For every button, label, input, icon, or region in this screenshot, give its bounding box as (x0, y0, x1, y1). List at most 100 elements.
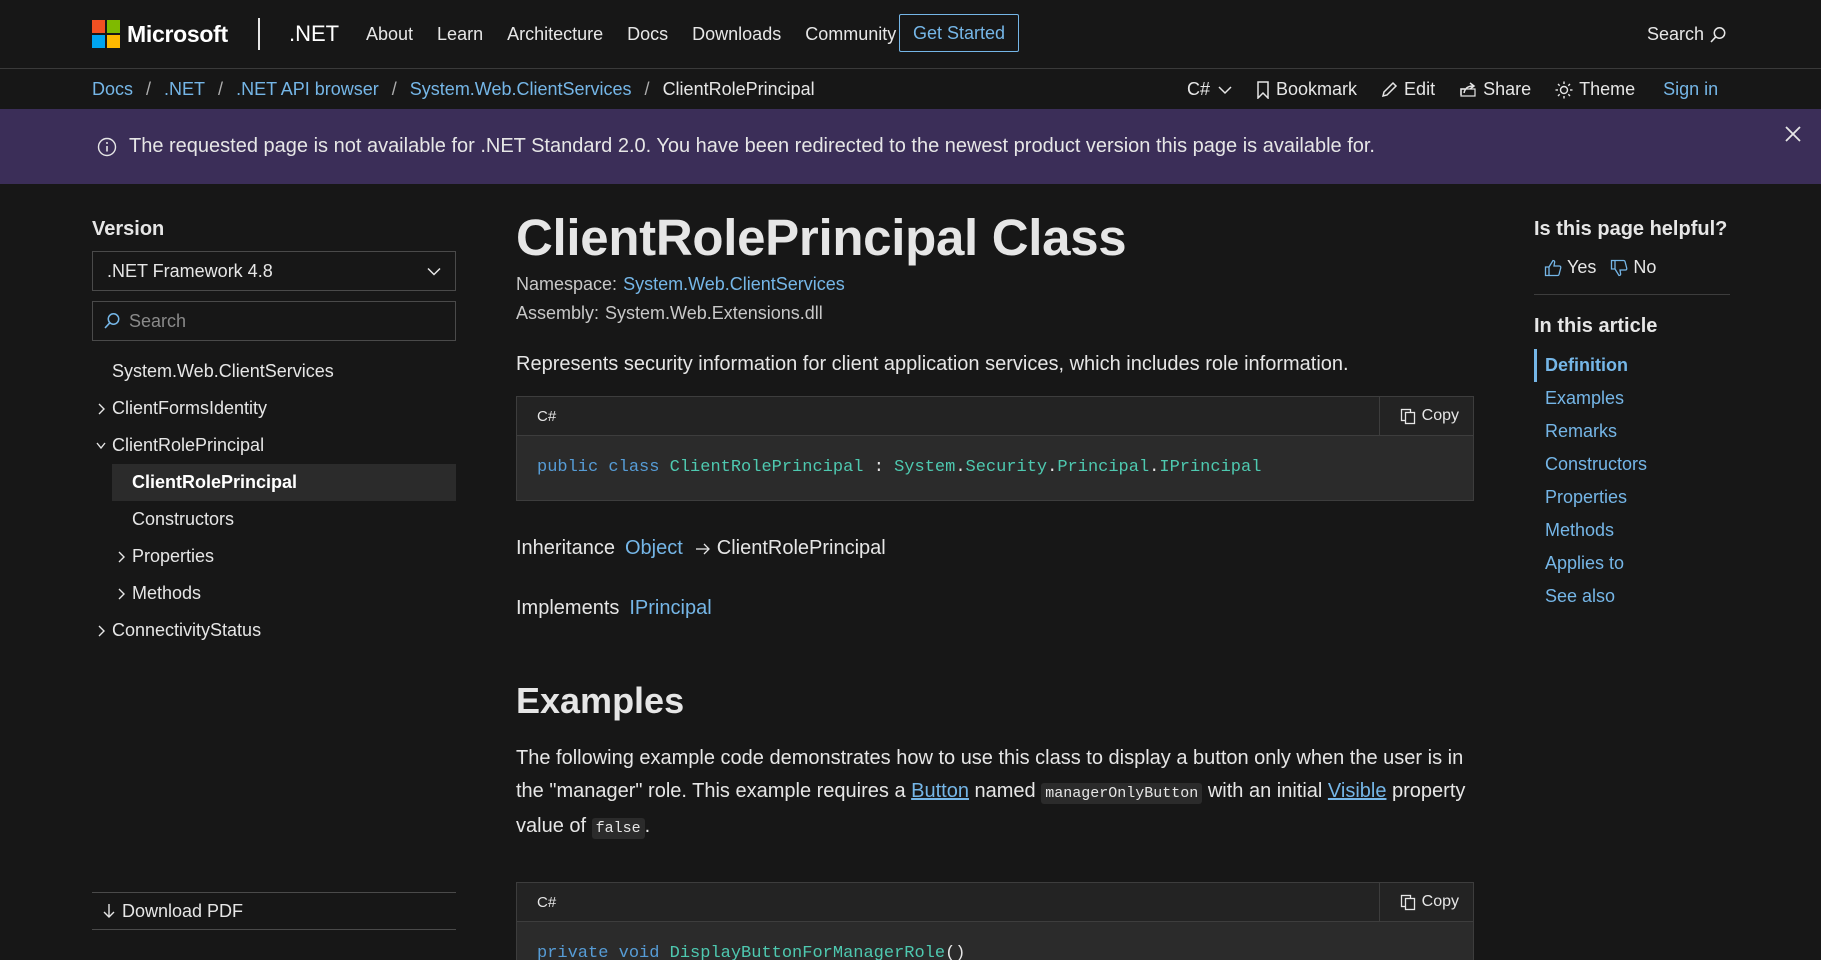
toc-search-input[interactable]: Search (92, 301, 456, 341)
download-pdf-label: Download PDF (122, 900, 244, 921)
share-button[interactable]: Share (1459, 79, 1531, 100)
header-divider (258, 18, 260, 50)
header-search-button[interactable]: Search (1647, 24, 1727, 45)
arrow-down-icon (103, 904, 115, 918)
code-type: ClientRolePrincipal (669, 458, 864, 477)
sign-in-label: Sign in (1663, 79, 1719, 99)
code-language: C# (537, 408, 557, 425)
toc-item-label: ClientRolePrincipal (112, 435, 265, 455)
toc-item[interactable]: Properties (92, 538, 456, 575)
arrow-right-icon (695, 542, 711, 556)
toc-item[interactable]: ClientRolePrincipal (92, 427, 456, 464)
sign-in-link[interactable]: Sign in (1663, 79, 1718, 100)
toc-item[interactable]: ClientRolePrincipal (112, 464, 456, 501)
article-toc-item-methods[interactable]: Methods (1534, 514, 1730, 547)
article-toc-item-properties[interactable]: Properties (1534, 481, 1730, 514)
toc-search-placeholder: Search (129, 310, 187, 331)
close-icon[interactable] (1785, 126, 1801, 142)
nav-item-community[interactable]: Community (805, 24, 896, 45)
theme-button[interactable]: Theme (1555, 79, 1635, 100)
namespace-link[interactable]: System.Web.ClientServices (623, 274, 845, 294)
breadcrumb-namespace[interactable]: System.Web.ClientServices (410, 79, 632, 100)
examples-description: The following example code demonstrates … (516, 742, 1474, 845)
chevron-down-icon[interactable] (96, 440, 106, 452)
toc-item-label: System.Web.ClientServices (112, 361, 334, 381)
chevron-right-icon[interactable] (116, 588, 126, 600)
chevron-down-icon (427, 267, 441, 276)
language-picker[interactable]: C# (1187, 79, 1232, 100)
nav-item-learn[interactable]: Learn (437, 24, 483, 45)
copy-button[interactable]: Copy (1378, 397, 1473, 435)
inheritance-label: Inheritance (516, 537, 615, 559)
breadcrumb-dotnet[interactable]: .NET (164, 79, 205, 100)
button-doc-link[interactable]: Button (911, 780, 969, 802)
download-pdf-button[interactable]: Download PDF (92, 892, 456, 930)
search-icon (1710, 26, 1726, 43)
breadcrumb: Docs / .NET / .NET API browser / System.… (92, 79, 815, 100)
code-type: Security (965, 458, 1048, 477)
toc-item[interactable]: ClientFormsIdentity (92, 390, 456, 427)
version-select[interactable]: .NET Framework 4.8 (92, 251, 456, 291)
nav-item-docs[interactable]: Docs (627, 24, 668, 45)
toc-item[interactable]: Methods (92, 575, 456, 612)
helpful-title: Is this page helpful? (1534, 218, 1728, 240)
example-code-block: C# Copy private void DisplayButtonForMan… (516, 882, 1474, 960)
feedback-buttons: Yes No (1534, 257, 1730, 278)
toc-item[interactable]: Constructors (92, 501, 456, 538)
article-toc-item-remarks[interactable]: Remarks (1534, 415, 1730, 448)
inheritance-self: ClientRolePrincipal (716, 537, 886, 559)
edit-label: Edit (1404, 79, 1436, 99)
chevron-right-icon[interactable] (116, 551, 126, 563)
copy-button[interactable]: Copy (1378, 883, 1473, 921)
search-icon (104, 313, 120, 329)
toc-item-label: Constructors (132, 509, 235, 529)
breadcrumb-api-browser[interactable]: .NET API browser (236, 79, 379, 100)
code-keyword: class (608, 458, 660, 477)
copy-label: Copy (1421, 407, 1459, 424)
article-toc-item-applies-to[interactable]: Applies to (1534, 547, 1730, 580)
chevron-right-icon[interactable] (96, 625, 106, 637)
nav-item-about[interactable]: About (366, 24, 413, 45)
get-started-button[interactable]: Get Started (899, 14, 1020, 52)
copy-label: Copy (1421, 893, 1459, 910)
inheritance-base-link[interactable]: Object (625, 537, 683, 560)
nav-item-architecture[interactable]: Architecture (507, 24, 603, 45)
chevron-down-icon (1218, 85, 1232, 94)
toc-item[interactable]: ConnectivityStatus (92, 612, 456, 649)
text: . (644, 815, 651, 837)
bookmark-button[interactable]: Bookmark (1256, 79, 1357, 100)
yes-button[interactable]: Yes (1544, 257, 1596, 278)
right-divider (1534, 294, 1730, 295)
toc-item-label: ClientFormsIdentity (112, 398, 268, 418)
implements-link[interactable]: IPrincipal (629, 597, 711, 620)
code-type: IPrincipal (1159, 458, 1262, 477)
chevron-right-icon[interactable] (96, 403, 106, 415)
code-language: C# (537, 894, 557, 911)
product-name[interactable]: .NET (289, 21, 339, 47)
banner-message-row: The requested page is not available for … (97, 135, 1375, 158)
no-button[interactable]: No (1610, 257, 1656, 278)
article-toc-item-examples[interactable]: Examples (1534, 382, 1730, 415)
article-toc-item-see-also[interactable]: See also (1534, 580, 1730, 613)
inheritance-row: Inheritance Object ClientRolePrincipal (516, 537, 1474, 560)
top-nav: About Learn Architecture Docs Downloads … (366, 24, 920, 45)
code-keyword: void (618, 944, 660, 960)
edit-button[interactable]: Edit (1381, 79, 1435, 100)
page-title: ClientRolePrincipal Class (516, 209, 1127, 266)
info-icon (97, 137, 117, 156)
code-keyword: private (537, 944, 609, 960)
code-method: DisplayButtonForManagerRole (669, 944, 946, 960)
left-sidebar: Version .NET Framework 4.8 Search System… (92, 218, 456, 649)
page-actions: C# Bookmark Edit Share Theme Sign in (1187, 79, 1742, 100)
breadcrumb-docs[interactable]: Docs (92, 79, 133, 100)
microsoft-logo[interactable]: Microsoft (92, 20, 228, 48)
code-type: Principal (1057, 458, 1150, 477)
toc-item[interactable]: System.Web.ClientServices (92, 353, 456, 390)
code-punct: : (873, 458, 884, 477)
breadcrumb-separator: / (391, 79, 397, 99)
nav-item-downloads[interactable]: Downloads (692, 24, 781, 45)
article-toc-item-constructors[interactable]: Constructors (1534, 448, 1730, 481)
visible-doc-link[interactable]: Visible (1328, 780, 1387, 802)
article-toc-item-definition[interactable]: Definition (1534, 349, 1730, 382)
right-rail: Is this page helpful? Yes No In this art… (1534, 218, 1730, 613)
